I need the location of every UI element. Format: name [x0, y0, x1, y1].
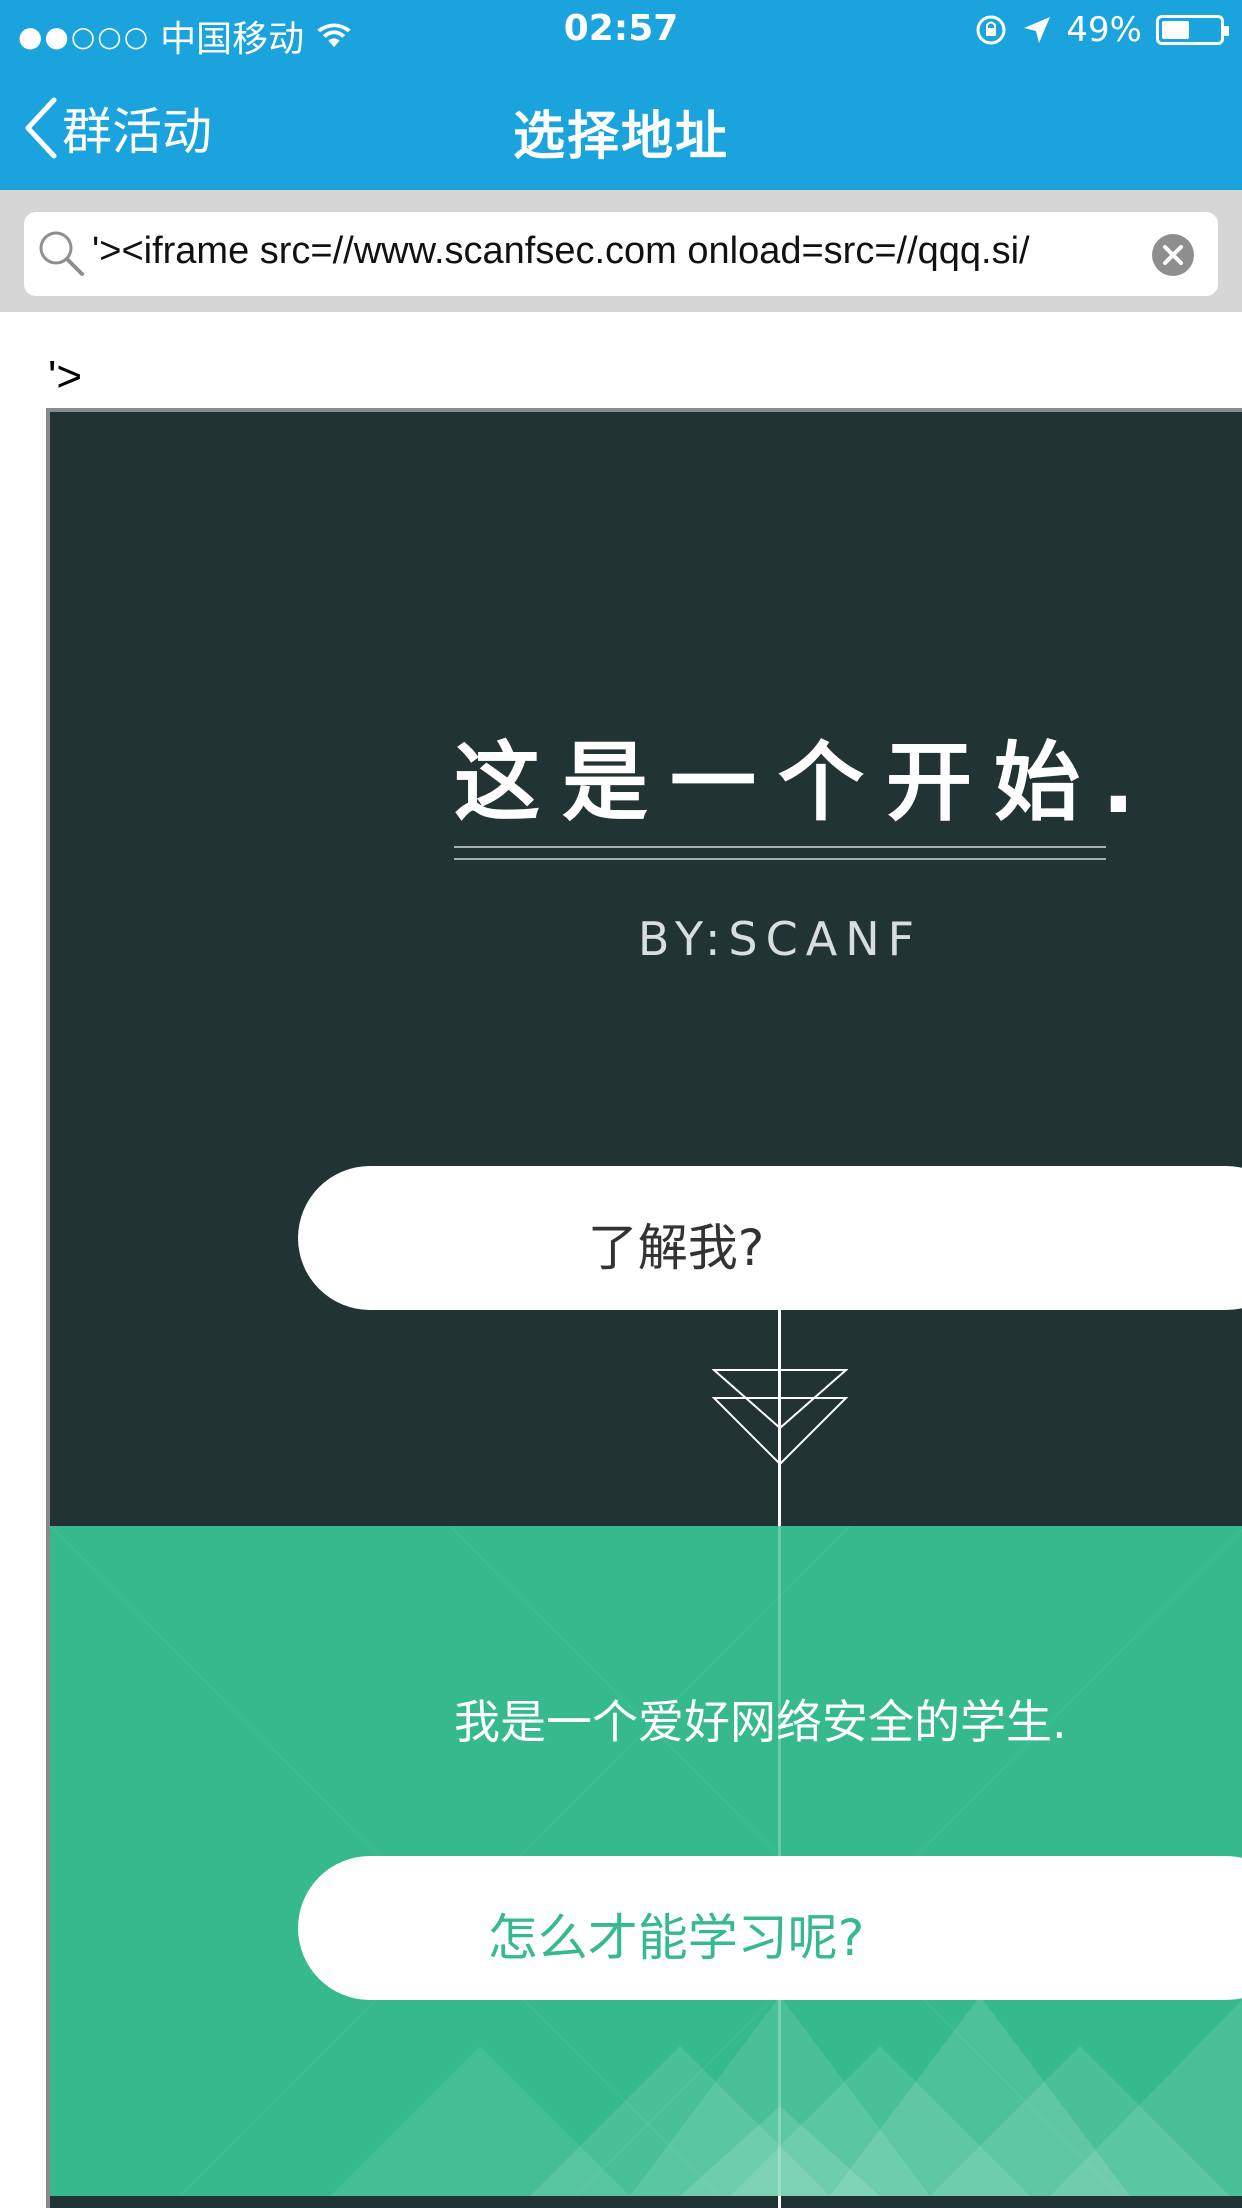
connector-line-bottom [778, 2196, 781, 2208]
status-right: 49% [974, 10, 1229, 50]
headline-rule-top [454, 846, 1106, 848]
about-me-label: 了解我? [587, 1219, 765, 1277]
close-icon [1163, 245, 1183, 265]
intro-section: 我是一个爱好网络安全的学生. 怎么才能学习呢? [50, 1526, 1242, 2196]
battery-fill [1162, 21, 1189, 39]
battery-percent: 49% [1066, 10, 1142, 50]
page-title: 选择地址 [512, 107, 729, 167]
hero-section: 这是一个开始. BY:SCANF 了解我? [50, 412, 1242, 1526]
stray-text: '> [48, 352, 83, 401]
headline: 这是一个开始. [454, 733, 1157, 833]
search-icon [39, 231, 84, 276]
battery-icon [1156, 15, 1229, 45]
rotation-lock-icon [976, 15, 1006, 45]
about-me-button[interactable]: 了解我? [298, 1166, 1242, 1310]
search-bar: '><iframe src=//www.scanfsec.com onload=… [0, 190, 1242, 312]
how-to-learn-label: 怎么才能学习呢? [487, 1909, 865, 1967]
status-bar: ●●○○○ 中国移动 02:57 49% [0, 0, 1242, 62]
intro-text: 我是一个爱好网络安全的学生. [454, 1695, 1067, 1749]
search-field[interactable]: '><iframe src=//www.scanfsec.com onload=… [24, 212, 1218, 296]
top-bar: ●●○○○ 中国移动 02:57 49% 群活动 选择地址 [0, 0, 1242, 190]
clear-search-button[interactable] [1152, 234, 1194, 276]
how-to-learn-button[interactable]: 怎么才能学习呢? [298, 1856, 1242, 2000]
search-input[interactable]: '><iframe src=//www.scanfsec.com onload=… [92, 230, 1150, 280]
next-section-edge [50, 2196, 1242, 2208]
navigation-bar: 群活动 选择地址 [0, 62, 1242, 190]
byline: BY:SCANF [637, 912, 923, 966]
headline-rule-bottom [454, 858, 1106, 860]
triangle-arrow-icon [712, 1369, 848, 1466]
embedded-iframe: 这是一个开始. BY:SCANF 了解我? 我是一个爱好网络安全的学生. 怎么才… [46, 408, 1242, 2208]
location-arrow-icon [1024, 17, 1051, 43]
